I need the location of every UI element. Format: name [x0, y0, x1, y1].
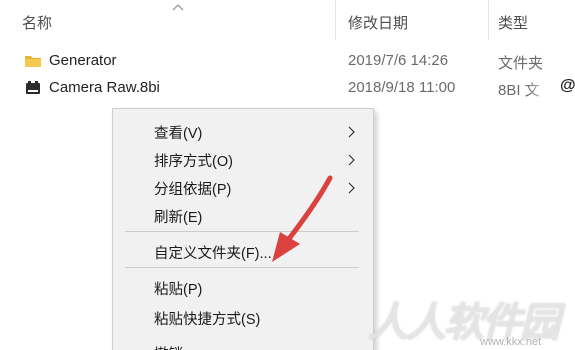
plugin-file-icon: [26, 81, 40, 94]
menu-item-group-by[interactable]: 分组依据(P): [113, 173, 373, 201]
menu-item-undo[interactable]: 撤销: [113, 335, 373, 350]
menu-item-label: 自定义文件夹(F)...: [154, 246, 272, 262]
menu-item-paste-shortcut[interactable]: 粘贴快捷方式(S): [113, 303, 373, 331]
file-row-camera-raw[interactable]: Camera Raw.8bi 2018/9/18 11:00 8BI 文 @: [0, 75, 575, 101]
file-date: 2018/9/18 11:00: [348, 79, 456, 96]
column-divider[interactable]: [335, 0, 336, 40]
chevron-right-icon: [348, 154, 355, 166]
file-name: Generator: [49, 52, 117, 69]
column-header-name[interactable]: 名称: [22, 12, 52, 33]
folder-icon: [25, 56, 41, 67]
column-divider[interactable]: [488, 0, 489, 40]
cursor-glyph: @: [560, 77, 575, 94]
menu-separator: [125, 231, 359, 232]
column-header-date[interactable]: 修改日期: [348, 12, 408, 33]
column-header-row: 名称 修改日期 类型: [0, 0, 575, 40]
menu-item-view[interactable]: 查看(V): [113, 117, 373, 145]
menu-item-sort-by[interactable]: 排序方式(O): [113, 145, 373, 173]
menu-separator: [125, 267, 359, 268]
file-name: Camera Raw.8bi: [49, 79, 160, 96]
file-date: 2019/7/6 14:26: [348, 52, 449, 69]
file-type: 文件夹: [498, 55, 544, 72]
menu-item-label: 刷新(E): [154, 210, 203, 226]
explorer-window: 名称 修改日期 类型 Generator 2019/7/6 14:26 文件夹 …: [0, 0, 575, 350]
menu-item-label: 粘贴(P): [154, 282, 203, 298]
sort-ascending-icon: [172, 4, 184, 11]
watermark-url: www.kkx.net: [480, 336, 542, 348]
file-row-generator[interactable]: Generator 2019/7/6 14:26 文件夹: [0, 48, 575, 74]
menu-item-label: 撤销: [154, 343, 183, 350]
menu-item-label: 查看(V): [154, 126, 203, 142]
menu-item-paste[interactable]: 粘贴(P): [113, 273, 373, 301]
menu-item-label: 分组依据(P): [154, 182, 232, 198]
blur-overlay: [528, 75, 558, 101]
menu-item-refresh[interactable]: 刷新(E): [113, 201, 373, 229]
menu-item-label: 粘贴快捷方式(S): [154, 312, 261, 328]
menu-item-label: 排序方式(O): [154, 154, 233, 170]
menu-item-customize-folder[interactable]: 自定义文件夹(F)...: [113, 237, 373, 265]
column-header-type[interactable]: 类型: [498, 12, 528, 33]
chevron-right-icon: [348, 182, 355, 194]
blur-overlay: [372, 120, 412, 300]
context-menu: 查看(V) 排序方式(O) 分组依据(P) 刷新(E) 自定义文件夹(F)...: [112, 108, 374, 350]
chevron-right-icon: [348, 126, 355, 138]
